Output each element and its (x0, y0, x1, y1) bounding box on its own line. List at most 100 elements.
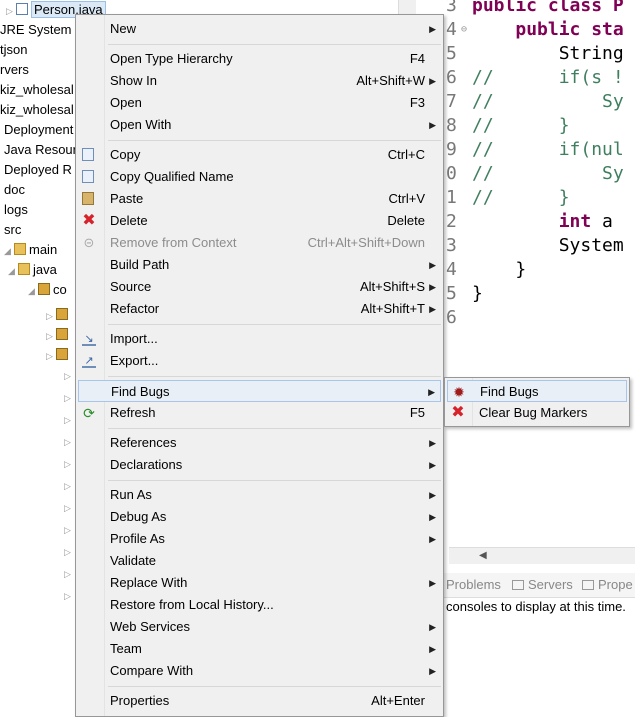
expand-arrow-icon[interactable]: ◢ (28, 281, 38, 301)
menu-item-validate[interactable]: Validate (78, 550, 441, 572)
tree-child-row[interactable]: ▷ (64, 563, 74, 583)
tree-child-row[interactable]: ▷ (64, 387, 74, 407)
scroll-left-arrow-icon[interactable]: ◀ (479, 548, 487, 564)
submenu-arrow-icon: ▶ (429, 666, 436, 676)
submenu-arrow-icon: ▶ (429, 24, 436, 34)
tree-item[interactable]: src (4, 220, 21, 240)
tree-item[interactable]: kiz_wholesal (0, 100, 74, 120)
view-tab-prope[interactable]: Prope (582, 573, 633, 597)
expand-arrow-icon[interactable]: ▷ (46, 346, 56, 366)
menu-item-restore-from-local-history[interactable]: Restore from Local History... (78, 594, 441, 616)
menu-item-find-bugs[interactable]: Find Bugs ▶ (78, 380, 441, 402)
expand-arrow-icon[interactable]: ▷ (64, 542, 74, 562)
code-token: } (472, 283, 483, 304)
tree-child-row[interactable]: ▷ (64, 365, 74, 385)
code-text: public sta (472, 18, 623, 42)
expand-arrow-icon[interactable]: ▷ (64, 410, 74, 430)
menu-item-run-as[interactable]: Run As ▶ (78, 484, 441, 506)
code-editor[interactable]: 3 public class P 4 ⊖ public sta 5 String 6 // … (416, 0, 635, 565)
expand-arrow-icon[interactable]: ▷ (6, 1, 16, 21)
view-tab-problems[interactable]: Problems (446, 573, 501, 597)
tree-package-row[interactable]: ▷ (46, 305, 71, 325)
menu-item-open[interactable]: Open F3 (78, 92, 441, 114)
tree-item[interactable]: ◢ java (8, 260, 57, 280)
expand-arrow-icon[interactable]: ▷ (64, 388, 74, 408)
menu-item-source[interactable]: Source Alt+Shift+S ▶ (78, 276, 441, 298)
expand-arrow-icon[interactable]: ▷ (64, 476, 74, 496)
tree-item[interactable]: Java Resour (4, 140, 77, 160)
menu-item-compare-with[interactable]: Compare With ▶ (78, 660, 441, 682)
menu-item-label: Compare With (110, 663, 194, 678)
console-empty-message: consoles to display at this time. (446, 599, 626, 614)
submenu-arrow-icon: ▶ (429, 282, 436, 292)
expand-arrow-icon[interactable]: ▷ (64, 564, 74, 584)
menu-item-shortcut: Ctrl+Alt+Shift+Down (307, 235, 425, 250)
tree-item[interactable]: kiz_wholesal (0, 80, 74, 100)
expand-arrow-icon[interactable]: ▷ (64, 520, 74, 540)
expand-arrow-icon[interactable]: ▷ (64, 498, 74, 518)
menu-item-export[interactable]: ↗ Export... (78, 350, 441, 372)
menu-item-delete[interactable]: ✖ Delete Delete (78, 210, 441, 232)
menu-item-open-type-hierarchy[interactable]: Open Type Hierarchy F4 (78, 48, 441, 70)
expand-arrow-icon[interactable]: ▷ (46, 326, 56, 346)
tree-child-row[interactable]: ▷ (64, 475, 74, 495)
tree-item[interactable]: Deployment (4, 120, 73, 140)
menu-item-build-path[interactable]: Build Path ▶ (78, 254, 441, 276)
code-text: // if(nul (472, 138, 624, 162)
menu-item-refactor[interactable]: Refactor Alt+Shift+T ▶ (78, 298, 441, 320)
tree-item[interactable]: tjson (0, 40, 27, 60)
expand-arrow-icon[interactable]: ▷ (64, 454, 74, 474)
menu-item-web-services[interactable]: Web Services ▶ (78, 616, 441, 638)
tree-item[interactable]: ◢ co (28, 280, 67, 300)
expand-arrow-icon[interactable]: ▷ (46, 306, 56, 326)
expand-arrow-icon[interactable]: ◢ (8, 261, 18, 281)
menu-item-open-with[interactable]: Open With ▶ (78, 114, 441, 136)
expand-arrow-icon[interactable]: ▷ (64, 586, 74, 606)
expand-arrow-icon[interactable]: ▷ (64, 432, 74, 452)
tree-package-row[interactable]: ▷ (46, 345, 71, 365)
submenu-item-clear-bug-markers[interactable]: ✖ Clear Bug Markers (447, 402, 627, 424)
menu-item-references[interactable]: References ▶ (78, 432, 441, 454)
tree-child-row[interactable]: ▷ (64, 431, 74, 451)
tree-package-row[interactable]: ▷ (46, 325, 71, 345)
menu-item-copy-qualified-name[interactable]: Copy Qualified Name (78, 166, 441, 188)
code-text: // Sy (472, 162, 624, 186)
tree-child-row[interactable]: ▷ (64, 519, 74, 539)
menu-item-copy[interactable]: Copy Ctrl+C (78, 144, 441, 166)
editor-horizontal-scrollbar[interactable]: ◀ (449, 547, 635, 564)
tree-item[interactable]: rvers (0, 60, 29, 80)
menu-item-label: Import... (110, 331, 158, 346)
tree-child-row[interactable]: ▷ (64, 409, 74, 429)
fold-toggle-icon[interactable]: ⊖ (461, 18, 467, 42)
expand-arrow-icon[interactable]: ▷ (64, 366, 74, 386)
menu-item-properties[interactable]: Properties Alt+Enter (78, 690, 441, 712)
menu-item-declarations[interactable]: Declarations ▶ (78, 454, 441, 476)
menu-item-new[interactable]: New ▶ (78, 18, 441, 40)
menu-item-paste[interactable]: Paste Ctrl+V (78, 188, 441, 210)
menu-item-replace-with[interactable]: Replace With ▶ (78, 572, 441, 594)
tree-item[interactable]: doc (4, 180, 25, 200)
menu-item-label: Refactor (110, 301, 160, 316)
submenu-arrow-icon: ▶ (429, 490, 436, 500)
tree-item[interactable]: ◢ main (4, 240, 57, 260)
tree-child-row[interactable]: ▷ (64, 497, 74, 517)
menu-item-team[interactable]: Team ▶ (78, 638, 441, 660)
menu-item-label: Run As (110, 487, 152, 502)
menu-item-debug-as[interactable]: Debug As ▶ (78, 506, 441, 528)
menu-item-refresh[interactable]: ⟳ Refresh F5 (78, 402, 441, 424)
tree-item[interactable]: Deployed R (4, 160, 72, 180)
submenu-arrow-icon: ▶ (429, 304, 436, 314)
menu-item-show-in[interactable]: Show In Alt+Shift+W ▶ (78, 70, 441, 92)
menu-separator (108, 44, 441, 45)
view-tab-servers[interactable]: Servers (512, 573, 573, 597)
tree-item[interactable]: logs (4, 200, 28, 220)
tree-child-row[interactable]: ▷ (64, 453, 74, 473)
tree-child-row[interactable]: ▷ (64, 541, 74, 561)
menu-item-profile-as[interactable]: Profile As ▶ (78, 528, 441, 550)
tree-item[interactable]: JRE System (0, 20, 72, 40)
tree-child-row[interactable]: ▷ (64, 585, 74, 605)
submenu-item-find-bugs[interactable]: ✹ Find Bugs (447, 380, 627, 402)
menu-item-import[interactable]: ↘ Import... (78, 328, 441, 350)
expand-arrow-icon[interactable]: ◢ (4, 241, 14, 261)
code-token: } (472, 259, 527, 280)
